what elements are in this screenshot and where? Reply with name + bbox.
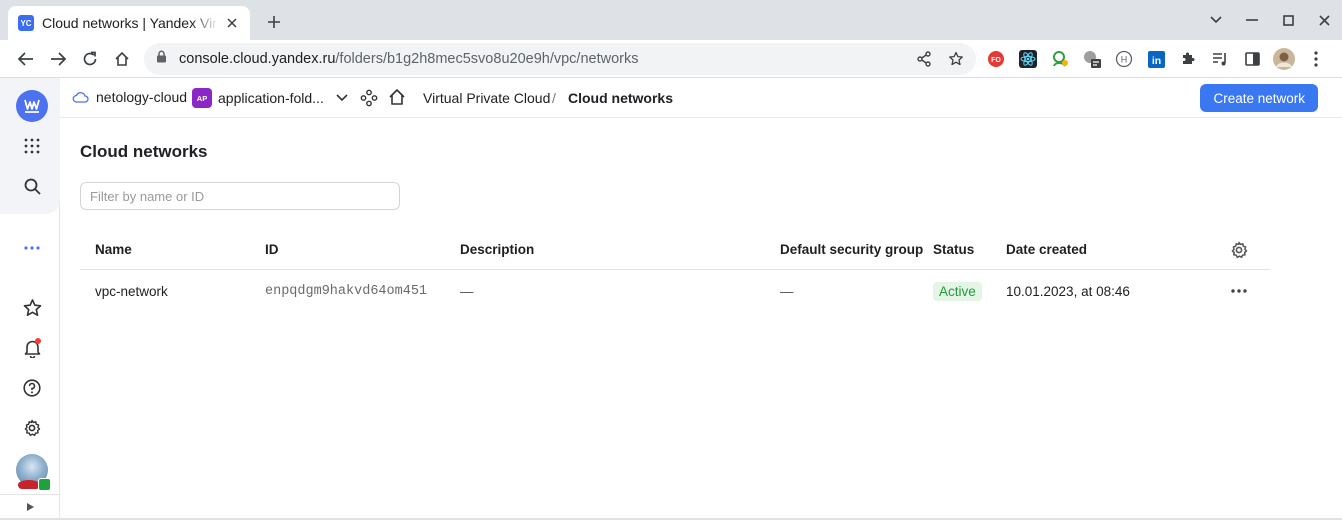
share-icon[interactable] bbox=[912, 47, 936, 71]
extensions-area: FO H in bbox=[984, 45, 1328, 73]
create-network-button[interactable]: Create network bbox=[1200, 84, 1318, 112]
row-actions-more-icon[interactable] bbox=[1231, 270, 1247, 312]
home-breadcrumb-icon[interactable] bbox=[388, 88, 406, 111]
column-header-status[interactable]: Status bbox=[933, 230, 974, 269]
favorites-star-icon[interactable] bbox=[14, 290, 50, 326]
reload-icon[interactable] bbox=[76, 45, 104, 73]
status-badge: Active bbox=[933, 281, 982, 301]
fo-extension-icon[interactable]: FO bbox=[984, 45, 1008, 73]
tab-close-icon[interactable] bbox=[224, 15, 240, 31]
column-header-security-group[interactable]: Default security group bbox=[780, 230, 923, 269]
yandex-cloud-console: netology-cloud AP application-fold... Vi… bbox=[0, 78, 1342, 518]
sidebar bbox=[0, 78, 60, 518]
filter-input[interactable] bbox=[80, 182, 400, 210]
network-description: — bbox=[460, 283, 474, 299]
fo-extension-text: FO bbox=[991, 57, 1001, 64]
table-settings-gear-icon[interactable] bbox=[1230, 230, 1248, 269]
networks-table: Name ID Description Default security gro… bbox=[80, 230, 1270, 312]
chevron-down-icon bbox=[336, 94, 348, 102]
notification-dot bbox=[35, 338, 41, 344]
column-header-id[interactable]: ID bbox=[265, 230, 279, 269]
breadcrumb-service[interactable]: Virtual Private Cloud bbox=[423, 90, 550, 106]
profile-avatar-icon[interactable] bbox=[1272, 45, 1296, 73]
column-header-name[interactable]: Name bbox=[95, 230, 132, 269]
h-extension-text: H bbox=[1121, 55, 1128, 65]
lock-icon[interactable] bbox=[156, 50, 167, 68]
avatar bbox=[16, 454, 51, 491]
more-horizontal-icon[interactable] bbox=[14, 230, 50, 266]
yandex-cloud-logo-icon[interactable] bbox=[14, 88, 50, 124]
network-id: enpqdgm9hakvd64om451 bbox=[265, 283, 428, 299]
browser-menu-icon[interactable] bbox=[1304, 45, 1328, 73]
side-panel-icon[interactable] bbox=[1240, 45, 1264, 73]
linkedin-icon[interactable]: in bbox=[1144, 45, 1168, 73]
brand-logo bbox=[16, 90, 48, 122]
grey-extension-icon[interactable] bbox=[1080, 45, 1104, 73]
table-row[interactable]: vpc-network enpqdgm9hakvd64om451 — — Act… bbox=[80, 270, 1270, 312]
browser-toolbar: console.cloud.yandex.ru/folders/b1g2h8me… bbox=[0, 40, 1342, 78]
services-grid-icon[interactable] bbox=[14, 128, 50, 164]
notifications-bell-icon[interactable] bbox=[14, 330, 50, 366]
help-icon[interactable] bbox=[14, 370, 50, 406]
green-extension-icon[interactable] bbox=[1048, 45, 1072, 73]
status-cell: Active bbox=[933, 270, 982, 312]
reading-list-icon[interactable] bbox=[1208, 45, 1232, 73]
service-map-icon[interactable] bbox=[360, 89, 378, 112]
browser-tab[interactable]: YC Cloud networks | Yandex Virtual Priva… bbox=[8, 6, 250, 40]
column-header-date-created[interactable]: Date created bbox=[1006, 230, 1087, 269]
h-extension-icon[interactable]: H bbox=[1112, 45, 1136, 73]
avatar-status-badge bbox=[38, 478, 51, 491]
minimize-icon[interactable] bbox=[1234, 0, 1270, 40]
settings-gear-icon[interactable] bbox=[14, 410, 50, 446]
breadcrumb-separator: / bbox=[552, 90, 556, 106]
breadcrumb-current: Cloud networks bbox=[568, 90, 674, 106]
table-header: Name ID Description Default security gro… bbox=[80, 230, 1270, 270]
back-arrow-icon[interactable] bbox=[12, 45, 40, 73]
cloud-icon bbox=[72, 92, 89, 103]
network-name[interactable]: vpc-network bbox=[95, 270, 168, 312]
extensions-puzzle-icon[interactable] bbox=[1176, 45, 1200, 73]
search-icon[interactable] bbox=[14, 168, 50, 204]
folder-name: application-fold... bbox=[218, 90, 324, 106]
browser-tabstrip: YC Cloud networks | Yandex Virtual Priva… bbox=[0, 0, 1342, 40]
column-header-description[interactable]: Description bbox=[460, 230, 534, 269]
cloud-name: netology-cloud bbox=[96, 89, 188, 105]
maximize-icon[interactable] bbox=[1270, 0, 1306, 40]
close-window-icon[interactable] bbox=[1306, 0, 1342, 40]
yandex-cloud-favicon-icon: YC bbox=[18, 15, 34, 31]
breadcrumb-cloud[interactable]: netology-cloud bbox=[72, 89, 187, 105]
user-avatar[interactable] bbox=[14, 452, 51, 491]
linkedin-text: in bbox=[1151, 55, 1160, 67]
folder-selector[interactable]: AP application-fold... bbox=[192, 88, 348, 108]
bookmark-star-icon[interactable] bbox=[944, 47, 968, 71]
home-icon[interactable] bbox=[108, 45, 136, 73]
forward-arrow-icon[interactable] bbox=[44, 45, 72, 73]
react-devtools-icon[interactable] bbox=[1016, 45, 1040, 73]
tab-search-chevron-icon[interactable] bbox=[1198, 0, 1234, 40]
breadcrumb-bar: netology-cloud AP application-fold... Vi… bbox=[60, 78, 1342, 118]
sidebar-expand-icon[interactable] bbox=[0, 494, 60, 518]
new-tab-icon[interactable] bbox=[262, 10, 286, 34]
network-security-group: — bbox=[780, 283, 794, 299]
tab-title: Cloud networks | Yandex Virtual Private … bbox=[42, 15, 218, 31]
window-controls bbox=[1198, 0, 1342, 40]
page-title: Cloud networks bbox=[80, 142, 208, 161]
folder-badge: AP bbox=[192, 88, 212, 108]
url-host: console.cloud.yandex.ru bbox=[179, 51, 336, 67]
url-text: console.cloud.yandex.ru/folders/b1g2h8me… bbox=[179, 51, 638, 67]
network-date-created: 10.01.2023, at 08:46 bbox=[1006, 283, 1130, 299]
address-bar[interactable]: console.cloud.yandex.ru/folders/b1g2h8me… bbox=[144, 43, 976, 75]
url-path: /folders/b1g2h8mec5svo8u20e9h/vpc/networ… bbox=[335, 51, 639, 67]
